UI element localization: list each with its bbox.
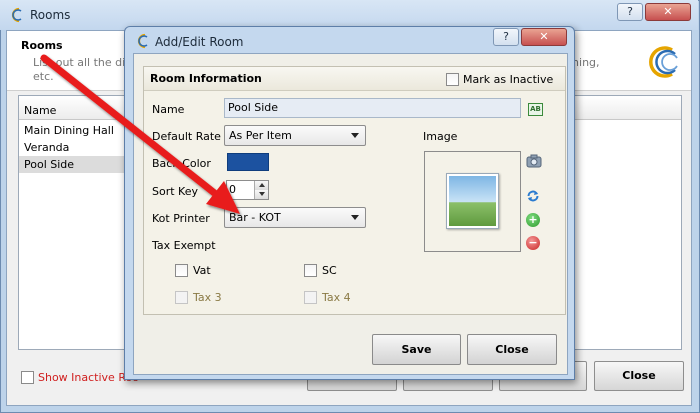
show-inactive-checkbox[interactable] [21, 371, 34, 384]
mark-inactive-label: Mark as Inactive [463, 73, 554, 86]
chevron-down-icon [351, 215, 359, 220]
tax3-label: Tax 3 [193, 291, 222, 304]
grid-column-name[interactable]: Name [24, 104, 56, 117]
brand-logo-icon [649, 46, 678, 78]
tax4-label: Tax 4 [322, 291, 351, 304]
app-logo-icon [11, 7, 22, 23]
table-row[interactable]: Veranda [19, 139, 129, 156]
table-row-selected[interactable]: Pool Side [19, 156, 129, 173]
tax-exempt-label: Tax Exempt [152, 239, 216, 252]
rooms-close-main-button[interactable]: Close [594, 361, 684, 391]
vat-checkbox[interactable] [175, 264, 188, 277]
rooms-heading: Rooms [21, 39, 63, 52]
dialog-help-button[interactable]: ? [493, 28, 519, 46]
rooms-description-line2: etc. [33, 70, 54, 83]
mark-inactive-checkbox[interactable] [446, 73, 459, 86]
default-rate-label: Default Rate [152, 130, 221, 143]
rooms-description-line1: List out all the dini [33, 56, 136, 69]
image-label: Image [423, 130, 458, 143]
rooms-help-button[interactable]: ? [617, 3, 643, 21]
dialog-title: Add/Edit Room [155, 35, 244, 49]
name-label: Name [152, 103, 185, 116]
remove-icon[interactable]: − [526, 236, 540, 250]
default-rate-dropdown[interactable]: As Per Item [224, 125, 366, 146]
kot-printer-label: Kot Printer [152, 212, 210, 225]
sc-checkbox[interactable] [304, 264, 317, 277]
table-row[interactable]: Main Dining Hall [19, 122, 129, 139]
back-color-label: Back Color [152, 157, 211, 170]
vat-label: Vat [193, 264, 211, 277]
chevron-down-icon [351, 133, 359, 138]
tax3-checkbox [175, 291, 188, 304]
dialog-logo-icon [137, 33, 148, 49]
spin-down-icon[interactable] [254, 190, 268, 199]
camera-icon[interactable] [526, 154, 542, 168]
sc-label: SC [322, 264, 337, 277]
rooms-close-button[interactable]: ✕ [645, 3, 691, 21]
landscape-picture-icon [449, 176, 496, 226]
close-button[interactable]: Close [467, 334, 557, 365]
save-button[interactable]: Save [372, 334, 461, 365]
sort-key-value: 0 [229, 183, 236, 196]
kot-printer-dropdown[interactable]: Bar - KOT [224, 207, 366, 228]
default-rate-value: As Per Item [229, 129, 292, 142]
refresh-icon[interactable] [526, 189, 540, 203]
spin-up-icon[interactable] [254, 181, 268, 190]
spellcheck-ab-icon[interactable]: AB [528, 103, 543, 116]
tax4-checkbox [304, 291, 317, 304]
back-color-swatch[interactable] [227, 153, 269, 171]
section-title: Room Information [150, 72, 262, 85]
name-input[interactable]: Pool Side [224, 98, 521, 118]
dialog-close-x-button[interactable]: ✕ [521, 28, 567, 46]
rooms-window-title: Rooms [30, 8, 71, 22]
sort-key-label: Sort Key [152, 185, 198, 198]
kot-printer-value: Bar - KOT [229, 211, 281, 224]
add-icon[interactable]: + [526, 213, 540, 227]
